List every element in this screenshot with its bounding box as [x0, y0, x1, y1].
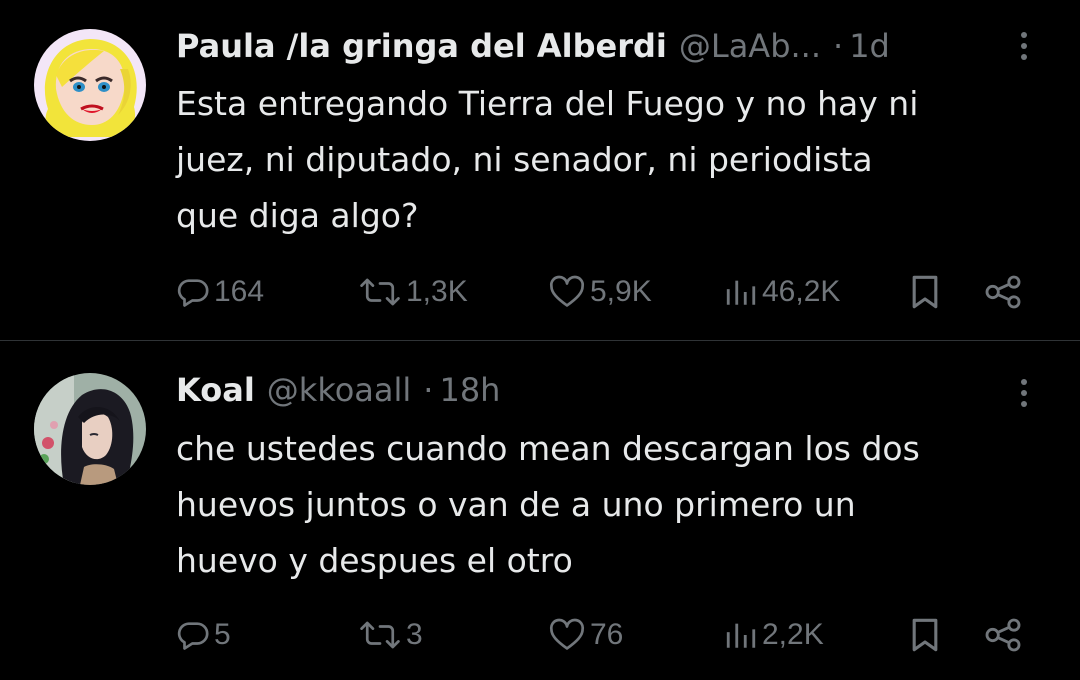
action-bar: 5 3 76 2,2K — [0, 613, 1080, 657]
views-button[interactable]: 46,2K — [724, 270, 840, 314]
tweet-text: Esta entregando Tierra del Fuego y no ha… — [176, 76, 1056, 244]
reply-count: 164 — [214, 275, 265, 308]
repost-arrows-icon — [360, 621, 400, 649]
tweet-text-line: huevos juntos o van de a uno primero un — [176, 485, 856, 524]
timestamp[interactable]: 18h — [439, 371, 500, 409]
tweet[interactable]: Koal @kkoaall · 18h che ustedes cuando m… — [0, 341, 1080, 680]
display-name[interactable]: Paula /la gringa del Alberdi — [176, 27, 667, 65]
like-count: 5,9K — [590, 275, 652, 308]
separator-dot: · — [833, 27, 844, 65]
share-nodes-icon — [985, 618, 1021, 652]
blonde-woman-cartoon-avatar-icon — [34, 29, 146, 141]
like-button[interactable]: 5,9K — [548, 270, 652, 314]
tweet-text-line: huevo y despues el otro — [176, 541, 573, 580]
tweet-header: Koal @kkoaall · 18h — [176, 370, 500, 410]
like-button[interactable]: 76 — [548, 613, 623, 657]
more-vertical-icon[interactable] — [1014, 26, 1034, 66]
reply-button[interactable]: 164 — [176, 270, 264, 314]
repost-count: 1,3K — [406, 275, 468, 308]
action-bar: 164 1,3K 5,9K 46,2K — [0, 270, 1080, 314]
bar-chart-icon — [726, 623, 756, 648]
tweet[interactable]: Paula /la gringa del Alberdi @LaAb... · … — [0, 0, 1080, 340]
repost-arrows-icon — [360, 278, 400, 306]
repost-button[interactable]: 3 — [358, 613, 423, 657]
share-button[interactable] — [984, 270, 1024, 314]
tweet-header: Paula /la gringa del Alberdi @LaAb... · … — [176, 26, 890, 66]
tweet-text-line: Esta entregando Tierra del Fuego y no ha… — [176, 84, 919, 123]
user-handle[interactable]: @kkoaall — [267, 371, 412, 409]
tweet-text-line: juez, ni diputado, ni senador, ni period… — [176, 140, 873, 179]
bar-chart-icon — [726, 280, 756, 305]
separator-dot: · — [423, 371, 434, 409]
views-count: 46,2K — [762, 275, 841, 308]
reply-bubble-icon — [177, 279, 209, 307]
user-handle[interactable]: @LaAb... — [679, 27, 821, 65]
views-button[interactable]: 2,2K — [724, 613, 824, 657]
share-button[interactable] — [984, 613, 1024, 657]
like-count: 76 — [590, 618, 624, 651]
heart-icon — [549, 618, 585, 650]
reply-count: 5 — [214, 618, 231, 651]
repost-button[interactable]: 1,3K — [358, 270, 468, 314]
anime-girl-avatar-icon — [34, 373, 146, 485]
views-count: 2,2K — [762, 618, 824, 651]
reply-bubble-icon — [177, 622, 209, 650]
tweet-text-line: que diga algo? — [176, 196, 419, 235]
repost-count: 3 — [406, 618, 423, 651]
bookmark-button[interactable] — [908, 270, 942, 314]
avatar[interactable] — [34, 373, 146, 485]
bookmark-button[interactable] — [908, 613, 942, 657]
tweet-text: che ustedes cuando mean descargan los do… — [176, 421, 1056, 589]
reply-button[interactable]: 5 — [176, 613, 231, 657]
more-vertical-icon[interactable] — [1014, 373, 1034, 413]
avatar[interactable] — [34, 29, 146, 141]
display-name[interactable]: Koal — [176, 371, 255, 409]
share-nodes-icon — [985, 275, 1021, 309]
tweet-text-line: che ustedes cuando mean descargan los do… — [176, 429, 920, 468]
bookmark-icon — [912, 275, 938, 309]
timestamp[interactable]: 1d — [849, 27, 890, 65]
bookmark-icon — [912, 618, 938, 652]
heart-icon — [549, 275, 585, 307]
